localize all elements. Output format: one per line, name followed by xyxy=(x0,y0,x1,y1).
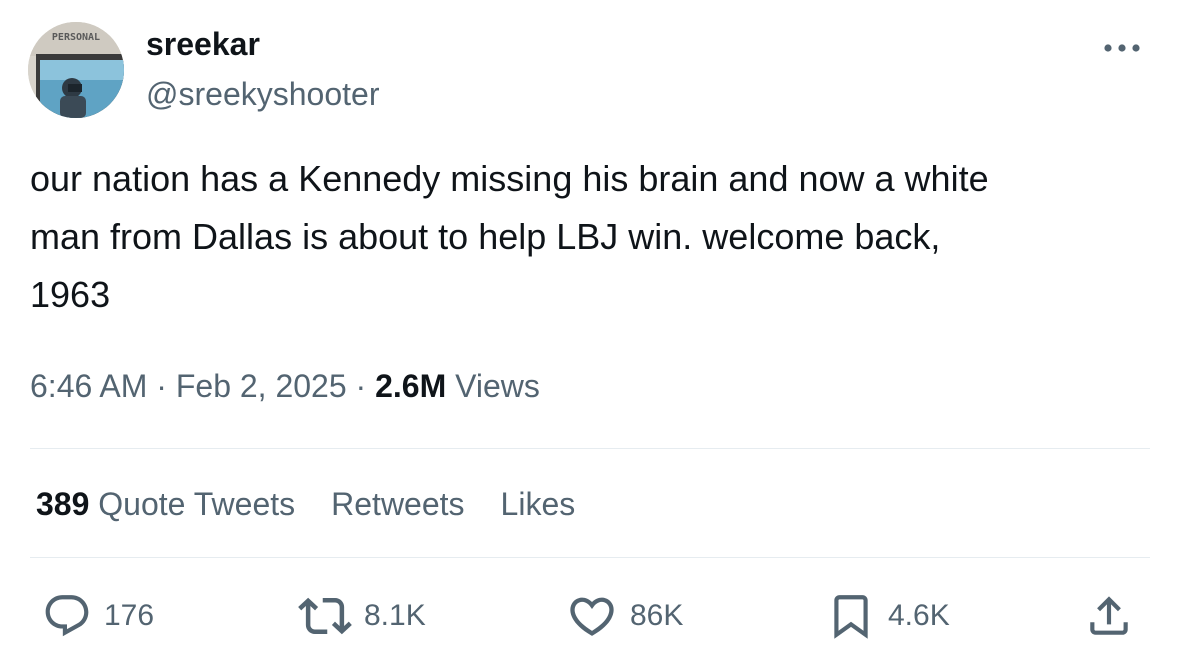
reply-button[interactable]: 176 xyxy=(42,588,154,644)
share-button[interactable] xyxy=(1084,588,1134,644)
share-icon xyxy=(1090,596,1128,635)
bookmark-button[interactable]: 4.6K xyxy=(826,588,950,644)
heart-icon xyxy=(570,597,614,636)
tweet-date[interactable]: Feb 2, 2025 xyxy=(176,368,347,404)
display-name[interactable]: sreekar xyxy=(146,24,260,64)
views-label: Views xyxy=(455,368,540,404)
like-button[interactable]: 86K xyxy=(566,588,683,644)
bookmark-icon xyxy=(834,595,868,639)
action-bar: 176 8.1K 86K 4.6K xyxy=(0,588,1180,644)
meta-separator: · xyxy=(355,368,367,404)
quote-tweets-label: Quote Tweets xyxy=(98,486,296,522)
like-count: 86K xyxy=(630,599,684,632)
handle[interactable]: @sreekyshooter xyxy=(146,74,379,114)
avatar-image: PERSONAL xyxy=(28,22,124,118)
more-options-button[interactable] xyxy=(1100,30,1144,66)
retweet-count: 8.1K xyxy=(364,599,426,632)
reply-count: 176 xyxy=(104,599,155,632)
avatar-badge-text: PERSONAL xyxy=(52,32,100,43)
views-count: 2.6M xyxy=(375,368,447,404)
meta-separator: · xyxy=(156,368,167,404)
tweet-meta: 6:46 AM · Feb 2, 2025 · 2.6M Views xyxy=(30,364,540,408)
retweet-button[interactable]: 8.1K xyxy=(298,588,426,644)
more-horizontal-icon xyxy=(1104,44,1140,52)
quote-tweets-link[interactable]: 389 Quote Tweets xyxy=(36,482,295,526)
avatar[interactable]: PERSONAL xyxy=(28,22,124,118)
retweets-link[interactable]: Retweets xyxy=(331,482,464,526)
likes-link[interactable]: Likes xyxy=(501,482,576,526)
tweet-time[interactable]: 6:46 AM xyxy=(30,368,147,404)
tweet-text: our nation has a Kennedy missing his bra… xyxy=(30,158,989,315)
reply-icon xyxy=(45,595,89,637)
divider xyxy=(30,448,1150,449)
retweet-icon xyxy=(298,597,352,635)
bookmark-count: 4.6K xyxy=(888,599,950,632)
quote-tweets-count: 389 xyxy=(36,486,90,522)
tweet: PERSONAL sreekar @sreekyshooter our nati… xyxy=(0,0,1180,666)
engagement-stats: 389 Quote Tweets Retweets Likes xyxy=(36,482,611,526)
divider xyxy=(30,557,1150,558)
